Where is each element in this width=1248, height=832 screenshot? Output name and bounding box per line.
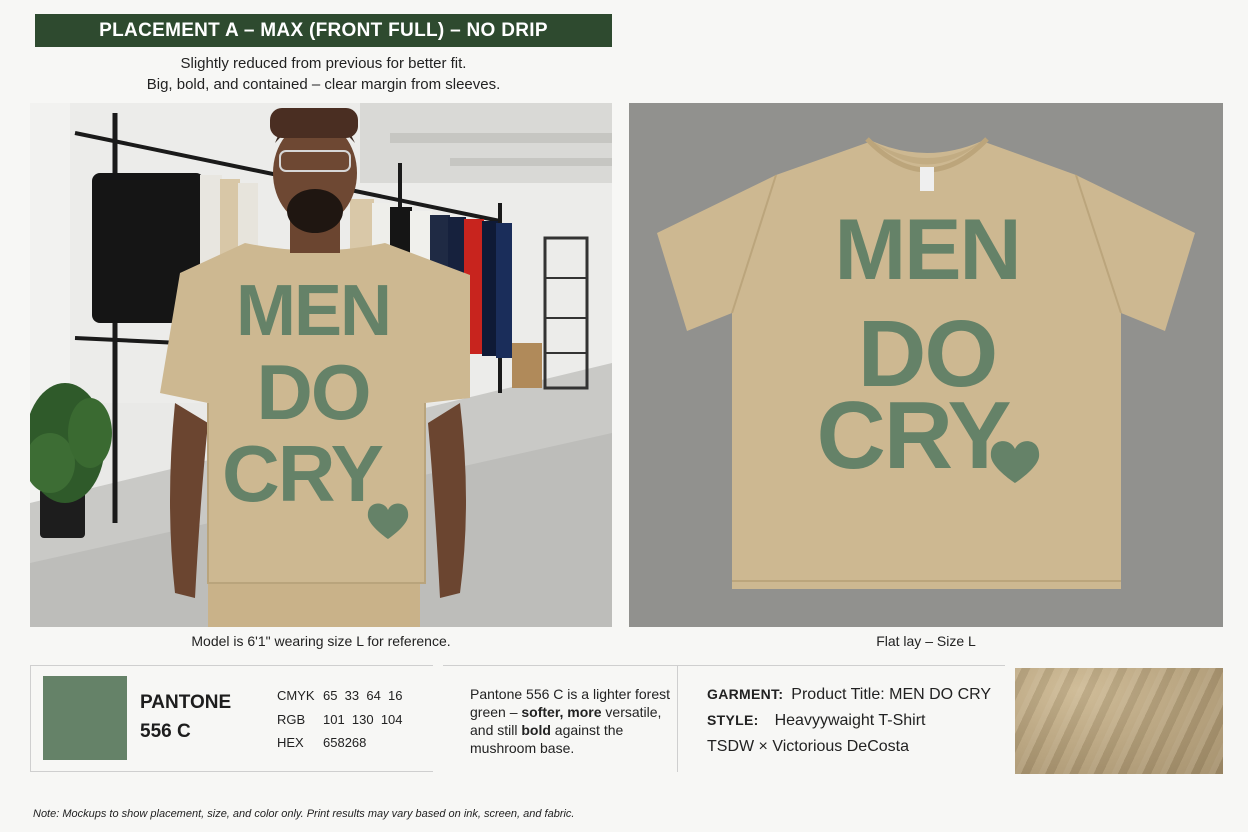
pantone-name: PANTONE 556 C [140, 688, 260, 746]
divider [677, 665, 678, 772]
model-print-line-2: DO [257, 348, 370, 436]
description-emphasis: bold [521, 722, 551, 738]
pantone-color-swatch [43, 676, 127, 760]
style-value: Heavyywaight T-Shirt [774, 712, 926, 729]
model-mockup-image: MEN DO CRY [30, 103, 612, 627]
cmyk-value: 65 33 64 16 [323, 688, 403, 703]
page-title: PLACEMENT A – MAX (FRONT FULL) – NO DRIP [35, 14, 612, 47]
rgb-label: RGB [277, 712, 306, 727]
flatlay-print-line-3: CRY [816, 382, 1010, 489]
model-print-line-1: MEN [236, 271, 390, 351]
garment-label: GARMENT: [707, 686, 784, 702]
subtitle-line-2: Big, bold, and contained – clear margin … [146, 76, 501, 93]
garment-row: GARMENT: Product Title: MEN DO CRY [707, 686, 991, 704]
hex-value: 658268 [323, 735, 367, 750]
garment-value: Product Title: MEN DO CRY [791, 686, 992, 703]
rgb-value: 101 130 104 [323, 712, 403, 727]
hex-label: HEX [277, 735, 304, 750]
cmyk-label: CMYK [277, 688, 315, 703]
flatlay-mockup-image: MEN DO CRY [629, 103, 1223, 627]
description-emphasis: softer, more [521, 704, 602, 720]
divider [443, 665, 1005, 666]
pantone-name-line-1: PANTONE [140, 692, 232, 713]
model-caption: Model is 6'1" wearing size L for referen… [191, 633, 451, 649]
flatlay-print-line-1: MEN [834, 202, 1019, 298]
style-row: STYLE: Heavyywaight T-Shirt [707, 712, 925, 730]
fabric-texture-swatch [1015, 668, 1223, 774]
color-description: Pantone 556 C is a lighter forest green … [470, 685, 670, 757]
brand-line: TSDW × Victorious DeCosta [707, 738, 909, 755]
model-print-line-3: CRY [222, 429, 384, 518]
style-label: STYLE: [707, 712, 759, 728]
pantone-name-line-2: 556 C [140, 721, 191, 742]
flatlay-caption: Flat lay – Size L [876, 633, 976, 649]
footnote: Note: Mockups to show placement, size, a… [33, 808, 575, 820]
subtitle-line-1: Slightly reduced from previous for bette… [180, 55, 467, 72]
